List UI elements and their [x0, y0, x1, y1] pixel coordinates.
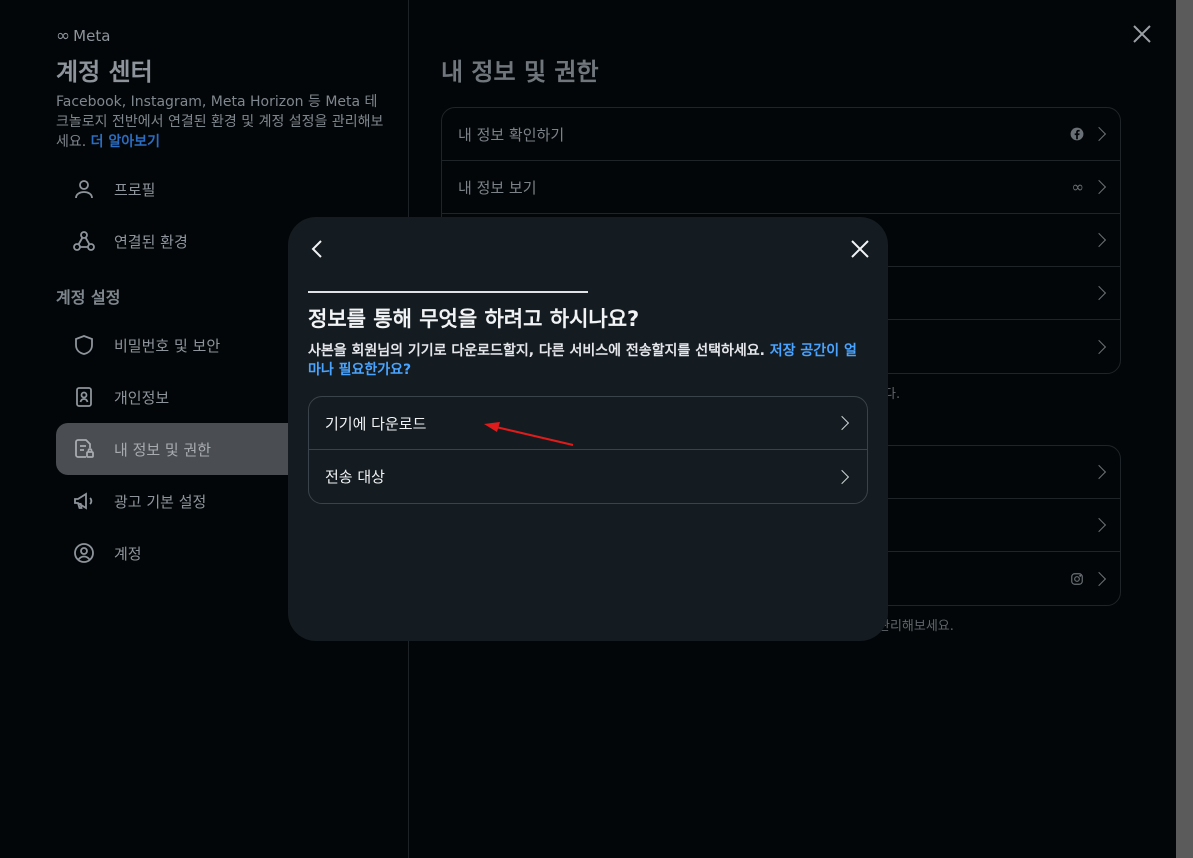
document-lock-icon — [75, 439, 94, 458]
sidebar-item-profile[interactable]: 프로필 — [56, 163, 386, 215]
chevron-right-icon — [1091, 339, 1107, 354]
card-row-access-info[interactable]: 내 정보 확인하기 — [442, 108, 1120, 161]
section-account-settings: 계정 설정 — [56, 288, 121, 307]
card-note: 관리해보세요. — [878, 619, 954, 634]
options-list: 기기에 다운로드 전송 대상 — [308, 396, 868, 504]
facebook-icon — [1070, 127, 1084, 141]
megaphone-icon — [74, 492, 93, 510]
meta-icon: ∞ — [1071, 178, 1085, 196]
page-title: 내 정보 및 권한 — [441, 58, 599, 86]
close-icon[interactable] — [1130, 22, 1154, 46]
connected-icon — [73, 231, 95, 251]
app-title: 계정 센터 — [56, 58, 153, 86]
progress-rule — [308, 291, 588, 293]
chevron-right-icon — [1091, 517, 1107, 533]
chevron-right-icon — [1091, 464, 1107, 480]
chevron-right-icon — [834, 415, 850, 431]
dialog-subtitle: 사본을 회원님의 기기로 다운로드할지, 다른 서비스에 전송할지를 선택하세요… — [308, 343, 857, 378]
meta-infinity-icon: ∞ — [56, 26, 71, 46]
dialog-title: 정보를 통해 무엇을 하려고 하시나요? — [308, 307, 640, 331]
chevron-right-icon — [1091, 571, 1107, 586]
meta-logo: ∞ Meta — [56, 26, 111, 46]
transfer-destination-option[interactable]: 전송 대상 — [309, 450, 867, 503]
instagram-icon — [1071, 572, 1083, 585]
id-card-icon — [76, 387, 92, 407]
chevron-right-icon — [1091, 179, 1107, 195]
card-row-view-info[interactable]: 내 정보 보기 ∞ — [442, 161, 1120, 214]
account-circle-icon — [74, 543, 94, 563]
learn-more-link[interactable]: 더 알아보기 — [91, 134, 160, 150]
chevron-right-icon — [1091, 232, 1107, 248]
shield-icon — [75, 335, 93, 355]
close-icon[interactable] — [848, 237, 872, 261]
download-to-device-option[interactable]: 기기에 다운로드 — [309, 397, 867, 450]
chevron-right-icon — [834, 469, 850, 484]
download-transfer-dialog: 정보를 통해 무엇을 하려고 하시나요? 사본을 회원님의 기기로 다운로드할지… — [288, 217, 888, 641]
user-icon — [75, 180, 93, 199]
scrollbar[interactable] — [1176, 0, 1193, 858]
app-description: Facebook, Instagram, Meta Horizon 등 Meta… — [56, 94, 384, 150]
back-arrow-icon[interactable] — [306, 237, 330, 261]
chevron-right-icon — [1091, 126, 1107, 142]
chevron-right-icon — [1091, 285, 1107, 301]
